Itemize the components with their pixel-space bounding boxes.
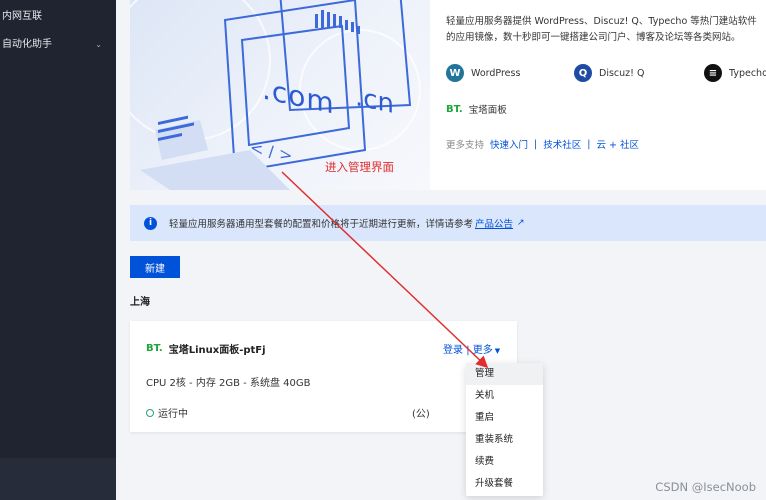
discuz-icon: Q <box>574 64 592 82</box>
link-quick-start[interactable]: 快速入门 <box>490 137 528 151</box>
instance-card: BT. 宝塔Linux面板-ptFj 登录 | 更多 ▼ CPU 2核 - 内存 … <box>130 321 517 432</box>
app-name: Discuz! Q <box>599 67 645 79</box>
support-label: 更多支持 <box>446 140 485 151</box>
app-name: 宝塔面板 <box>468 105 507 116</box>
sidebar-item-label: 内网互联 <box>2 11 42 22</box>
notice-link[interactable]: 产品公告 <box>475 216 513 230</box>
sidebar-item-intranet[interactable]: 内网互联 <box>0 4 116 30</box>
sidebar: 内网互联 自动化助手 ⌄ <box>0 0 116 500</box>
status-badge: 运行中 <box>146 405 188 420</box>
new-button[interactable]: 新建 <box>130 256 180 278</box>
status-text: 运行中 <box>158 409 188 420</box>
more-dropdown-menu: 管理 关机 重启 重装系统 续费 升级套餐 <box>466 363 543 496</box>
banner: .com .cn < / > 轻量应用服务器提供 WordPress、Discu… <box>130 0 766 190</box>
instance-title[interactable]: BT. 宝塔Linux面板-ptFj <box>146 341 266 356</box>
app-bt-panel[interactable]: BT. 宝塔面板 <box>446 102 507 117</box>
link-tech-community[interactable]: 技术社区 <box>543 137 581 151</box>
typecho-icon: ≡ <box>704 64 722 82</box>
app-name: WordPress <box>471 67 521 79</box>
instance-name: 宝塔Linux面板-ptFj <box>168 345 266 356</box>
annotation-text: 进入管理界面 <box>325 160 394 174</box>
sidebar-footer <box>0 458 116 500</box>
sidebar-item-automation[interactable]: 自动化助手 ⌄ <box>0 32 116 58</box>
menu-item-manage[interactable]: 管理 <box>466 363 543 385</box>
separator: | <box>587 138 591 150</box>
app-name: Typecho <box>729 67 766 79</box>
instance-actions: 登录 | 更多 ▼ <box>443 341 500 356</box>
external-link-icon[interactable]: ↗ <box>517 218 525 228</box>
instance-ip: (公) <box>412 409 430 420</box>
bt-logo: BT. <box>146 343 163 354</box>
login-link[interactable]: 登录 <box>443 345 463 356</box>
app-list: W WordPress Q Discuz! Q ≡ Typecho <box>446 62 766 84</box>
support-links: 更多支持 快速入门 | 技术社区 | 云 + 社区 <box>446 137 645 152</box>
app-typecho[interactable]: ≡ Typecho <box>704 62 766 84</box>
watermark: CSDN @IsecNoob <box>655 480 756 494</box>
menu-item-upgrade[interactable]: 升级套餐 <box>466 473 543 495</box>
instance-spec: CPU 2核 - 内存 2GB - 系统盘 40GB <box>146 378 311 389</box>
link-cloud-community[interactable]: 云 + 社区 <box>596 137 639 151</box>
separator: | <box>534 138 538 150</box>
menu-item-restart[interactable]: 重启 <box>466 407 543 429</box>
region-title: 上海 <box>130 297 150 308</box>
main-content: .com .cn < / > 轻量应用服务器提供 WordPress、Discu… <box>116 0 766 500</box>
menu-item-shutdown[interactable]: 关机 <box>466 385 543 407</box>
running-status-icon <box>146 408 154 417</box>
menu-item-renew[interactable]: 续费 <box>466 451 543 473</box>
wordpress-icon: W <box>446 64 464 82</box>
sidebar-item-label: 自动化助手 <box>2 39 52 50</box>
banner-intro: 轻量应用服务器提供 WordPress、Discuz! Q、Typecho 等热… <box>446 16 757 43</box>
bt-logo: BT. <box>446 103 463 115</box>
info-icon: i <box>144 216 157 230</box>
separator: | <box>466 345 470 356</box>
notice-text: 轻量应用服务器通用型套餐的配置和价格将于近期进行更新，详情请参考 <box>169 219 474 230</box>
menu-item-reinstall[interactable]: 重装系统 <box>466 429 543 451</box>
caret-down-icon[interactable]: ▼ <box>495 347 500 355</box>
chevron-down-icon: ⌄ <box>95 40 102 49</box>
notice-banner: i 轻量应用服务器通用型套餐的配置和价格将于近期进行更新，详情请参考 产品公告 … <box>130 205 766 241</box>
app-discuz[interactable]: Q Discuz! Q <box>574 62 644 84</box>
more-link[interactable]: 更多 <box>473 345 493 356</box>
app-wordpress[interactable]: W WordPress <box>446 62 520 84</box>
